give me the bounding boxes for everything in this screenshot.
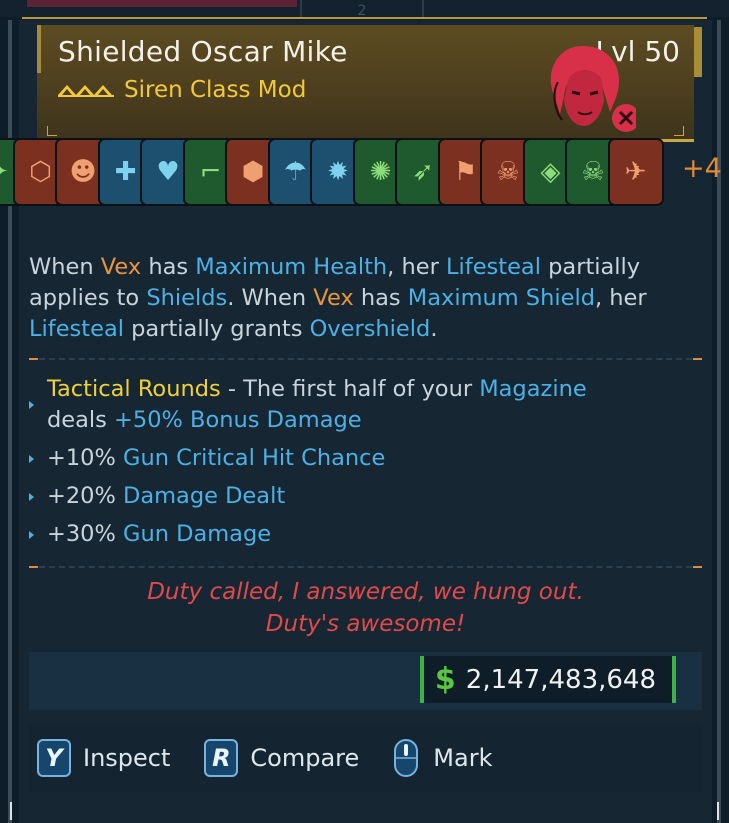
- bullet-stat: Gun Damage: [123, 521, 272, 547]
- compare-label: Compare: [250, 744, 360, 772]
- bullet-keyword-bonus-damage: +50% Bonus Damage: [114, 407, 362, 433]
- desc-keyword-vex: Vex: [313, 285, 354, 311]
- cash-icon: $: [434, 662, 456, 697]
- perk-glyph: ☻: [69, 157, 97, 187]
- desc-text: , her: [594, 285, 647, 311]
- inspect-label: Inspect: [83, 744, 171, 772]
- section-divider: [29, 566, 702, 570]
- bullet-tactical-rounds: Tactical Rounds - The first half of your…: [29, 374, 699, 436]
- perk-glyph: ✺: [369, 157, 392, 187]
- perk-glyph: ➶: [412, 157, 434, 187]
- desc-text: When: [29, 254, 101, 280]
- price-value: 2,147,483,648: [465, 664, 656, 695]
- bullet-stat: Damage Dealt: [123, 483, 286, 509]
- section-divider: [29, 358, 702, 362]
- bullet-keyword-magazine: Magazine: [479, 376, 587, 402]
- top-pink-accent: [27, 0, 297, 7]
- bullet-damage-dealt: +20% Damage Dealt: [29, 481, 699, 512]
- inspect-action[interactable]: Y Inspect: [37, 739, 170, 777]
- header-corner-left: [47, 126, 57, 136]
- perk-icon-box: ✈: [607, 138, 664, 206]
- r-key-icon: R: [204, 739, 239, 777]
- perk-wings-icon[interactable]: ✈: [607, 138, 664, 206]
- top-strip: 2: [0, 0, 729, 19]
- bullet-text: - The first half of your: [220, 376, 480, 402]
- top-tab[interactable]: 2: [300, 0, 424, 19]
- desc-keyword-lifesteal: Lifesteal: [445, 254, 541, 280]
- mark-label: Mark: [433, 744, 493, 772]
- item-description: When Vex has Maximum Health, her Lifeste…: [29, 252, 699, 345]
- item-header: Shielded Oscar Mike Lvl 50 Siren Class M…: [37, 25, 702, 142]
- bullet-value: +20%: [47, 483, 124, 509]
- desc-keyword-vex: Vex: [100, 254, 142, 280]
- bottom-right-marker: [717, 802, 719, 820]
- bullet-gun-damage: +30% Gun Damage: [29, 519, 699, 550]
- item-subtype-row: Siren Class Mod: [58, 77, 306, 103]
- desc-keyword-shields: Shields: [146, 285, 228, 311]
- perk-glyph: ✹: [327, 157, 349, 187]
- more-perks-count[interactable]: +4: [682, 153, 722, 184]
- desc-text: partially grants: [123, 316, 310, 342]
- header-corner-right: [674, 126, 684, 136]
- perk-glyph: ✈: [624, 157, 647, 187]
- perk-glyph: ⬢: [241, 157, 265, 187]
- legendary-chevrons-icon: [58, 85, 114, 97]
- stat-bullets: Tactical Rounds - The first half of your…: [29, 374, 699, 550]
- desc-text: . When: [227, 285, 314, 311]
- flavor-text: Duty called, I answered, we hung out. Du…: [29, 576, 702, 640]
- desc-keyword-overshield: Overshield: [309, 316, 431, 342]
- bullet-arrow-icon: [29, 493, 34, 501]
- header-left-tick: [37, 25, 41, 73]
- desc-keyword-maximum-shield: Maximum Shield: [407, 285, 595, 311]
- bullet-arrow-icon: [29, 531, 34, 539]
- price-bar: $ 2,147,483,648: [29, 652, 702, 710]
- bullet-stat: Gun Critical Hit Chance: [123, 445, 386, 471]
- y-key-icon: Y: [37, 739, 71, 777]
- frame-top-line: [22, 17, 707, 19]
- perk-glyph: ⚑: [453, 157, 478, 187]
- bullet-arrow-icon: [29, 401, 34, 409]
- perk-glyph: ⌐: [199, 157, 222, 187]
- perk-icon-row: ✦ ⬡ ☻ ✚ ♥ ⌐ ⬢ ☂ ✹ ✺ ➶ ⚑ ☠ ◈ ☠ ✈: [0, 138, 700, 230]
- mark-action[interactable]: Mark: [393, 738, 492, 778]
- bullet-text: deals: [47, 407, 115, 433]
- bullet-crit-chance: +10% Gun Critical Hit Chance: [29, 443, 699, 474]
- item-name: Shielded Oscar Mike: [58, 35, 348, 68]
- price-box: $ 2,147,483,648: [420, 656, 676, 703]
- bottom-left-marker: [10, 802, 12, 820]
- compare-action[interactable]: R Compare: [204, 739, 359, 777]
- desc-keyword-maximum-health: Maximum Health: [195, 254, 388, 280]
- desc-text: has: [353, 285, 408, 311]
- desc-text: , her: [387, 254, 446, 280]
- item-subtype: Siren Class Mod: [124, 77, 307, 103]
- perk-glyph: ♥: [156, 157, 180, 187]
- header-right-tick: [694, 27, 702, 77]
- mouse-icon: [394, 739, 419, 777]
- desc-text: has: [141, 254, 196, 280]
- bullet-value: +10%: [47, 445, 124, 471]
- perk-glyph: ✚: [114, 157, 137, 187]
- desc-text: .: [430, 316, 438, 342]
- perk-glyph: ✦: [0, 157, 9, 187]
- perk-glyph: ⬡: [29, 157, 52, 187]
- bullet-title: Tactical Rounds: [47, 376, 221, 402]
- vex-portrait-icon: [550, 45, 636, 132]
- flavor-line-2: Duty's awesome!: [265, 611, 466, 637]
- desc-keyword-lifesteal: Lifesteal: [29, 316, 124, 342]
- perk-glyph: ☠: [581, 157, 605, 187]
- right-rail: [717, 20, 721, 823]
- action-bar: Y Inspect R Compare Mark: [29, 724, 702, 792]
- bullet-value: +30%: [47, 521, 124, 547]
- bullet-arrow-icon: [29, 455, 34, 463]
- perk-glyph: ☠: [496, 157, 520, 187]
- flavor-line-1: Duty called, I answered, we hung out.: [147, 579, 584, 605]
- perk-glyph: ◈: [540, 157, 561, 187]
- perk-glyph: ☂: [283, 157, 308, 187]
